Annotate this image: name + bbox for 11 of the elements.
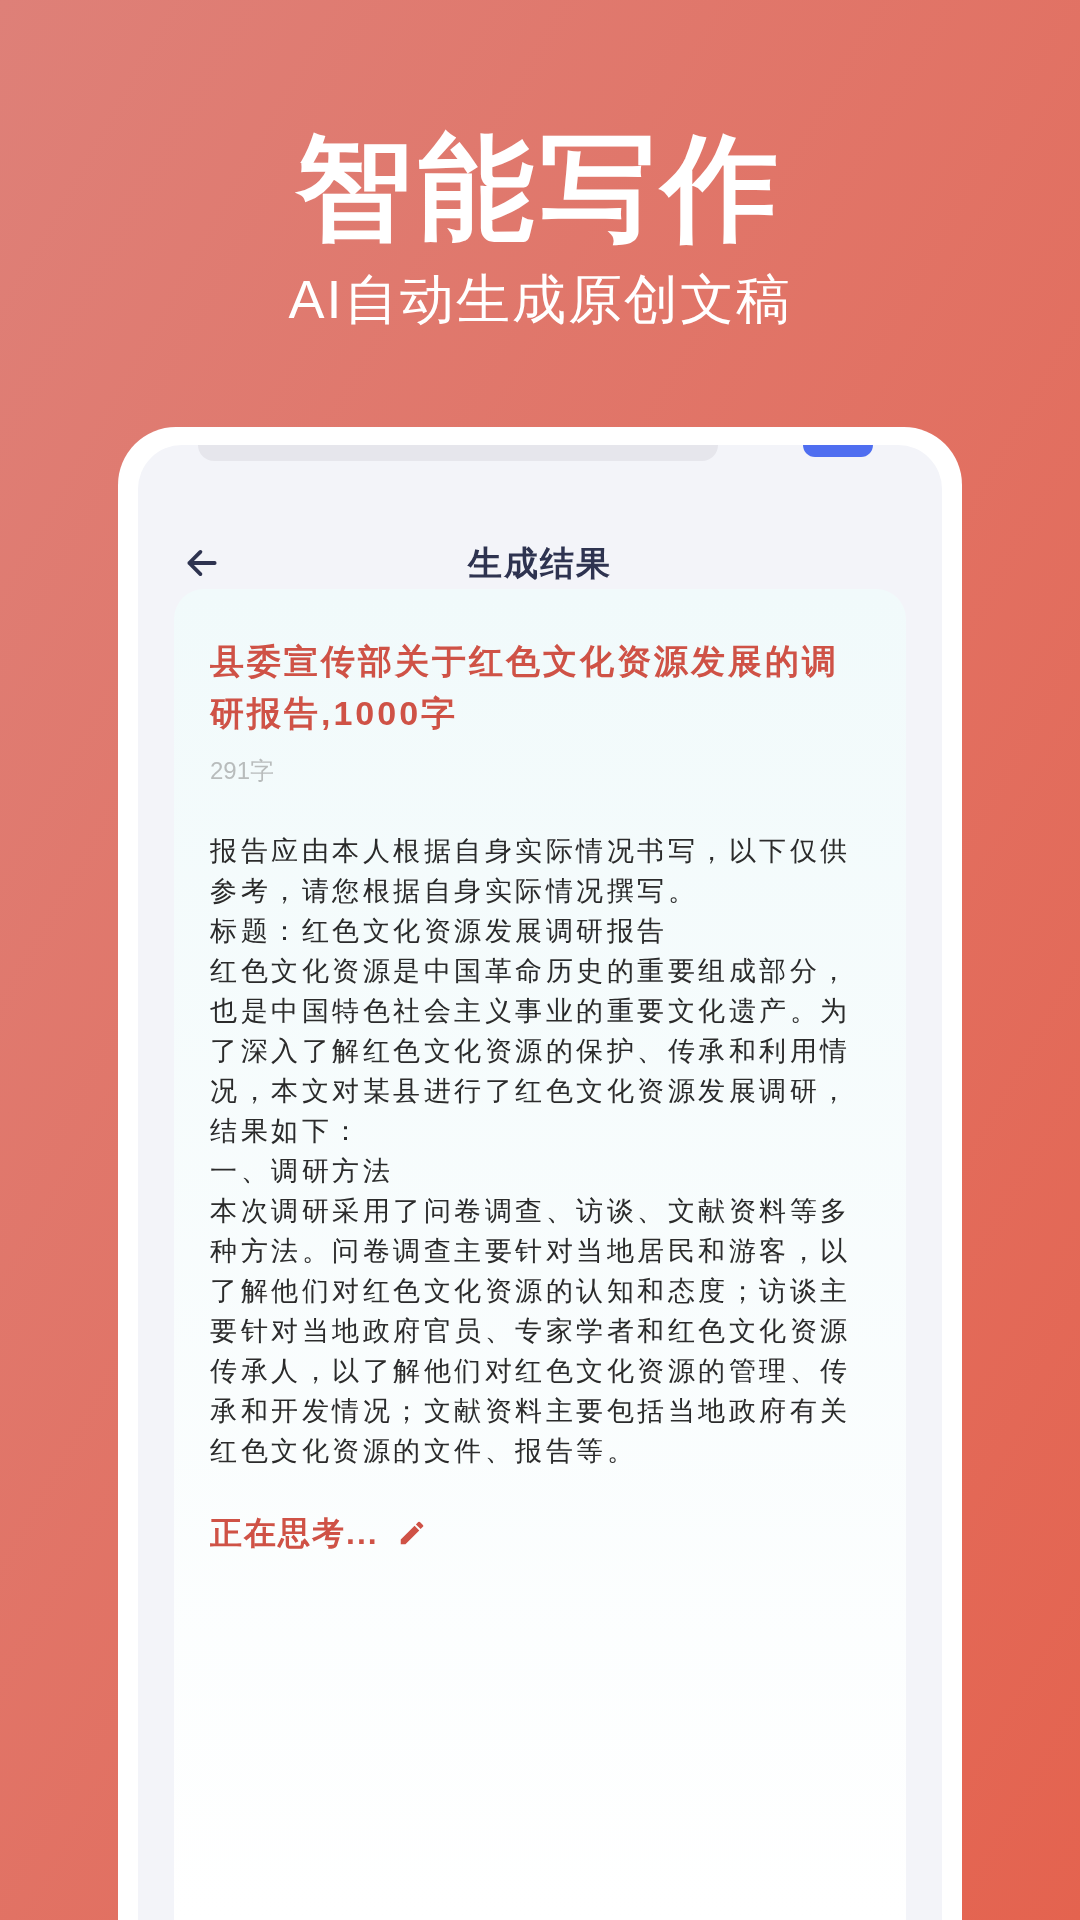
subtitle: AI自动生成原创文稿 xyxy=(288,268,792,331)
status-text: 正在思考... xyxy=(210,1514,379,1553)
result-paragraph: 报告应由本人根据自身实际情况书写，以下仅供参考，请您根据自身实际情况撰写。 xyxy=(210,835,852,908)
result-paragraph: 本次调研采用了问卷调查、访谈、文献资料等多种方法。问卷调查主要针对当地居民和游客，以了解他们对红色文化资源的认知和态度；访谈主要针对当地政府官员、专家学者和红色文化资源传承人，以了解他们对红色文化资源的管理、传承和开发情况；文献资料主要包括当地政府有关红色文化资源的文件、报告等。 xyxy=(210,1195,852,1468)
screen-title: 生成结果 xyxy=(468,542,612,584)
result-paragraph: 一、调研方法 xyxy=(210,1155,394,1188)
headline: 智能写作 xyxy=(296,122,784,255)
result-paragraph: 标题：红色文化资源发展调研报告 xyxy=(210,915,669,948)
result-title: 县委宣传部关于红色文化资源发展的调研报告,1000字 xyxy=(210,641,840,734)
result-paragraph: 红色文化资源是中国革命历史的重要组成部分，也是中国特色社会主义事业的重要文化遗产。为了深入了解红色文化资源的保护、传承和利用情况，本文对某县进行了红色文化资源发展调研，结果如下： xyxy=(210,955,852,1148)
word-count: 291字 xyxy=(210,756,276,786)
